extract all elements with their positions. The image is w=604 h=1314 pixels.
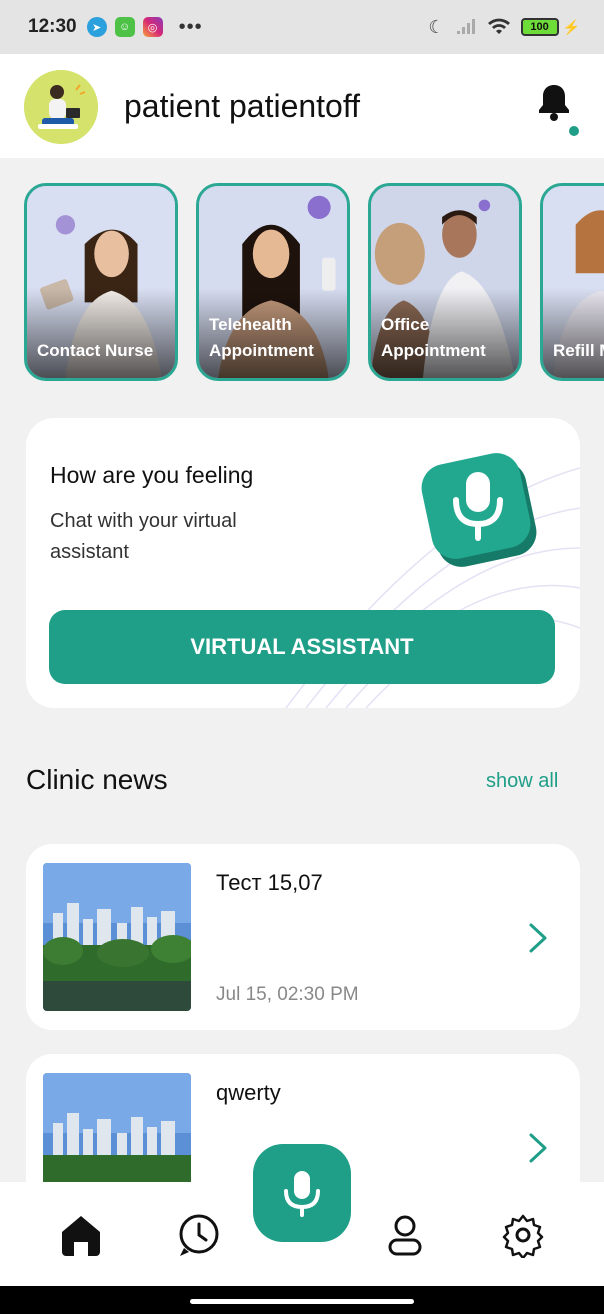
profile-icon[interactable]	[382, 1212, 428, 1258]
home-gesture-pill[interactable]	[190, 1299, 414, 1304]
telegram-icon: ➤	[86, 17, 107, 37]
va-title: How are you feeling	[50, 462, 254, 488]
news-thumbnail	[43, 863, 191, 1011]
page-title: patient patientoff	[124, 88, 361, 124]
wifi-icon	[487, 18, 510, 34]
app-header: patient patientoff	[0, 54, 604, 158]
status-time: 12:30	[28, 16, 77, 37]
service-card-label: Telehealth Appointment	[209, 315, 314, 360]
microphone-icon	[284, 1171, 320, 1217]
card-shade	[543, 288, 604, 378]
history-icon[interactable]	[176, 1212, 222, 1258]
news-headline: qwerty	[216, 1080, 281, 1105]
service-card-label: Office Appointment	[381, 315, 486, 360]
service-card-contact-nurse[interactable]: Contact Nurse	[24, 183, 178, 381]
battery-icon: 100	[520, 18, 559, 36]
service-card-office[interactable]: Office Appointment	[368, 183, 522, 381]
settings-icon[interactable]	[500, 1212, 546, 1258]
instagram-icon: ◎	[142, 17, 163, 37]
status-bar: 12:30 ➤ ☺ ◎ ••• ☾ 100 ⚡	[0, 0, 604, 54]
service-card-label: Refill Medic	[553, 341, 604, 360]
microphone-button[interactable]	[253, 1144, 351, 1242]
services-carousel[interactable]: Contact Nurse Telehealth Appointment Off…	[0, 183, 604, 383]
news-date: Jul 15, 02:30 PM	[216, 984, 359, 1005]
notification-badge	[569, 126, 579, 136]
service-card-telehealth[interactable]: Telehealth Appointment	[196, 183, 350, 381]
virtual-assistant-card: How are you feeling Chat with your virtu…	[26, 418, 580, 708]
avatar[interactable]	[24, 70, 98, 144]
virtual-assistant-button[interactable]: VIRTUAL ASSISTANT	[49, 610, 555, 684]
chevron-right-icon[interactable]	[526, 1132, 550, 1164]
signal-icon	[456, 19, 475, 34]
more-dots-icon: •••	[178, 15, 203, 38]
messenger-icon: ☺	[114, 17, 135, 37]
service-card-label: Contact Nurse	[37, 341, 154, 360]
battery-level: 100	[530, 21, 549, 33]
card-shade	[27, 288, 175, 378]
chevron-right-icon[interactable]	[526, 922, 550, 954]
section-title-news: Clinic news	[26, 764, 168, 795]
news-item[interactable]: Тест 15,07 Jul 15, 02:30 PM	[26, 844, 580, 1030]
moon-icon: ☾	[428, 16, 445, 37]
charging-icon: ⚡	[562, 18, 580, 35]
home-icon[interactable]	[58, 1212, 104, 1258]
microphone-3d-icon	[421, 453, 537, 567]
va-subtitle: Chat with your virtual assistant	[50, 510, 237, 563]
show-all-link[interactable]: show all	[486, 770, 558, 793]
system-nav-bar	[0, 1286, 604, 1314]
bell-icon[interactable]	[537, 82, 571, 122]
service-card-refill[interactable]: Refill Medic	[540, 183, 604, 381]
news-headline: Тест 15,07	[216, 870, 323, 895]
